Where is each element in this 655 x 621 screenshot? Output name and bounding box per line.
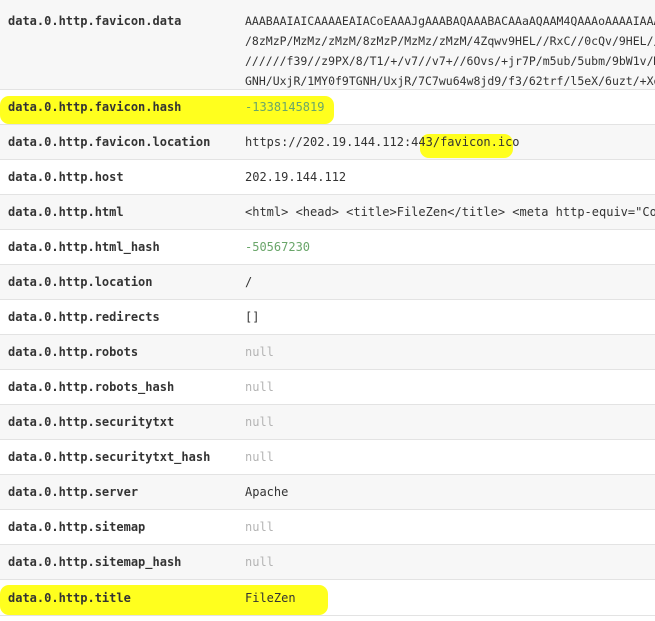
table-row: data.0.http.securitytxt_hash null [0,440,655,475]
row-key: data.0.http.favicon.hash [8,100,182,114]
row-key: data.0.http.redirects [8,310,160,324]
value-line: /8zMzP/MzMz/zMzM/8zMzP/MzMz/zMzM/4Zqwv9H… [245,34,655,48]
row-value[interactable]: [] [245,300,655,335]
table-row: data.0.http.host 202.19.144.112 [0,160,655,195]
row-value[interactable]: / [245,265,655,300]
table-row: data.0.http.redirects [] [0,300,655,335]
table-row: data.0.http.securitytxt null [0,405,655,440]
row-key: data.0.http.favicon.data [8,14,182,28]
row-key: data.0.http.sitemap [8,520,146,534]
table-row: data.0.http.favicon.location https://202… [0,125,655,160]
row-key: data.0.http.html [8,205,124,219]
value-line: GNH/UxjR/1MY0f9TGNH/UxjR/7C7wu64w8jd9/f3… [245,74,655,88]
row-value[interactable]: null [245,405,655,440]
row-value[interactable]: 202.19.144.112 [245,160,655,195]
row-key: data.0.http.sitemap_hash [8,555,182,569]
json-table: data.0.http.favicon.data AAABAAIAICAAAAE… [0,0,655,616]
row-value[interactable]: null [245,545,655,580]
table-row: data.0.http.title FileZen [0,580,655,616]
row-key: data.0.http.robots_hash [8,380,175,394]
table-row: data.0.http.robots_hash null [0,370,655,405]
table-row: data.0.http.html <html> <head> <title>Fi… [0,195,655,230]
row-key: data.0.http.securitytxt_hash [8,450,211,464]
row-value[interactable]: null [245,370,655,405]
row-key: data.0.http.location [8,275,153,289]
table-row: data.0.http.favicon.hash -1338145819 [0,90,655,125]
row-value[interactable]: null [245,335,655,370]
row-key: data.0.http.host [8,170,124,184]
table-row: data.0.http.sitemap_hash null [0,545,655,580]
table-row: data.0.http.html_hash -50567230 [0,230,655,265]
row-value[interactable]: https://202.19.144.112:443/favicon.ico [245,125,655,160]
table-row: data.0.http.location / [0,265,655,300]
row-key: data.0.http.favicon.location [8,135,211,149]
table-row: data.0.http.sitemap null [0,510,655,545]
row-key: data.0.http.html_hash [8,240,160,254]
row-value[interactable]: FileZen [245,580,655,616]
row-value[interactable]: <html> <head> <title>FileZen</title> <me… [245,195,655,230]
row-value[interactable]: null [245,440,655,475]
row-value: AAABAAIAICAAAAEAIACoEAAAJgAAABAQAAABACAA… [245,11,655,91]
row-value[interactable]: null [245,510,655,545]
row-value[interactable]: Apache [245,475,655,510]
table-row: data.0.http.server Apache [0,475,655,510]
row-key: data.0.http.title [8,591,131,605]
row-key: data.0.http.securitytxt [8,415,175,429]
row-key: data.0.http.server [8,485,139,499]
row-value[interactable]: -1338145819 [245,90,655,125]
value-line: AAABAAIAICAAAAEAIACoEAAAJgAAABAQAAABACAA… [245,14,655,28]
table-row: data.0.http.robots null [0,335,655,370]
row-key: data.0.http.robots [8,345,139,359]
value-line: //////f39//z9PX/8/T1/+/v7//v7+//6Ovs/+jr… [245,54,655,68]
table-row: data.0.http.favicon.data AAABAAIAICAAAAE… [0,0,655,90]
row-value[interactable]: -50567230 [245,230,655,265]
